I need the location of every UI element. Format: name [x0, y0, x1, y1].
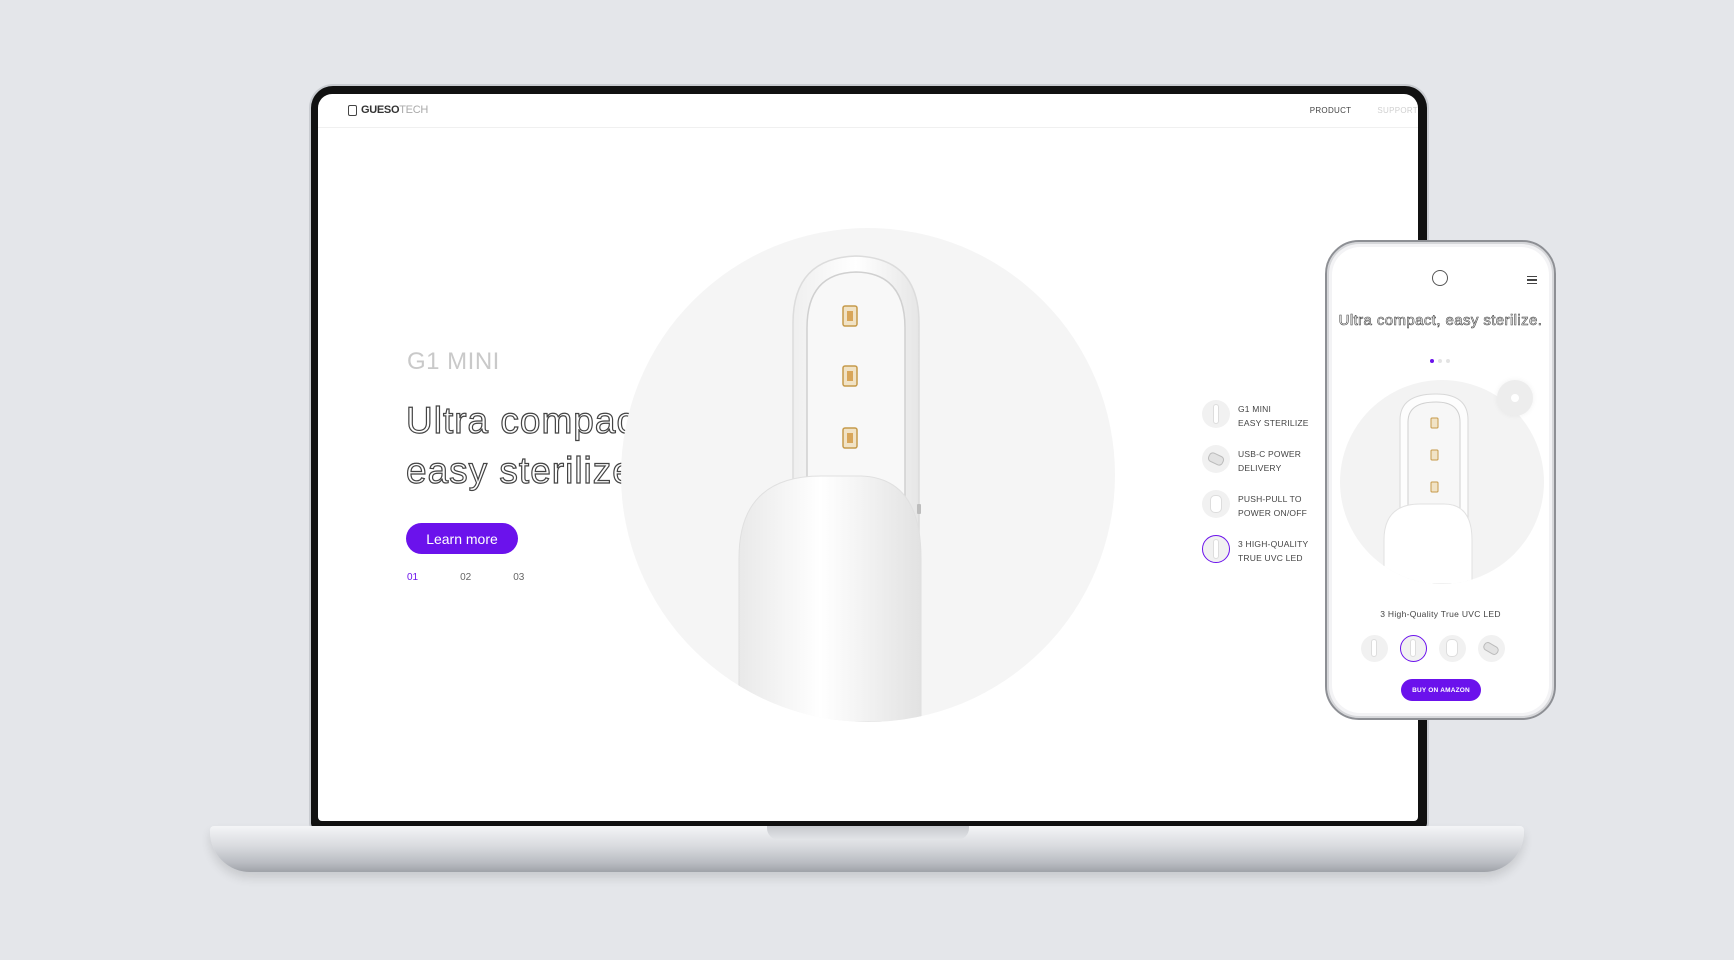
feature-line2: POWER ON/OFF [1238, 508, 1307, 518]
feature-thumbnail[interactable] [1439, 635, 1466, 662]
pager-item-02[interactable]: 02 [460, 572, 471, 583]
feature-thumbnail [1202, 535, 1230, 563]
feature-line2: TRUE UVC LED [1238, 553, 1303, 563]
hero-pager: 01 02 03 [407, 572, 524, 583]
phone-feature-caption: 3 High-Quality True UVC LED [1380, 609, 1501, 619]
feature-thumbnail [1202, 445, 1230, 473]
feature-line1: G1 MINI [1238, 404, 1272, 414]
feature-line1: 3 HIGH-QUALITY [1238, 539, 1309, 549]
feature-thumbnail [1202, 400, 1230, 428]
feature-text: USB-C POWER DELIVERY [1238, 447, 1338, 475]
gueso-logo-icon [348, 104, 357, 116]
carousel-dot[interactable] [1438, 359, 1442, 363]
feature-thumbnail[interactable] [1400, 635, 1427, 662]
pager-item-03[interactable]: 03 [513, 572, 524, 583]
feature-thumbnail[interactable] [1361, 635, 1388, 662]
site-header: GUESOTECH PRODUCT SUPPORT [318, 94, 1418, 128]
buy-on-amazon-button[interactable]: BUY ON AMAZON [1401, 679, 1481, 701]
menu-icon[interactable] [1527, 276, 1537, 286]
site-logo[interactable]: GUESOTECH [348, 104, 428, 116]
feature-line1: USB-C POWER [1238, 449, 1302, 459]
feature-thumbnail [1202, 490, 1230, 518]
phone-screen: Ultra compact, easy sterilize. 3 High-Qu… [1332, 247, 1549, 713]
phone-feature-thumbnails [1361, 635, 1505, 662]
feature-line2: DELIVERY [1238, 463, 1282, 473]
main-nav: PRODUCT SUPPORT [1310, 106, 1418, 115]
feature-text: G1 MINI EASY STERILIZE [1238, 402, 1338, 430]
feature-line1: PUSH-PULL TO [1238, 494, 1302, 504]
phone-light-badge[interactable] [1497, 380, 1533, 416]
product-hero-image [621, 228, 1115, 722]
learn-more-button[interactable]: Learn more [406, 523, 518, 554]
phone-hero-title: Ultra compact, easy sterilize. [1338, 312, 1543, 330]
feature-line2: EASY STERILIZE [1238, 418, 1309, 428]
laptop-notch [767, 826, 969, 840]
gueso-logo-icon[interactable] [1432, 270, 1448, 286]
nav-item-support[interactable]: SUPPORT [1377, 106, 1418, 115]
hero-subtitle: G1 MINI [407, 348, 500, 375]
carousel-dot[interactable] [1446, 359, 1450, 363]
logo-text-light: TECH [399, 104, 428, 116]
logo-text-bold: GUESO [361, 104, 400, 116]
pager-item-01[interactable]: 01 [407, 572, 418, 583]
feature-text: 3 HIGH-QUALITY TRUE UVC LED [1238, 537, 1338, 565]
feature-thumbnail[interactable] [1478, 635, 1505, 662]
laptop-screen: GUESOTECH PRODUCT SUPPORT G1 MINI Ultra … [318, 94, 1418, 821]
nav-item-product[interactable]: PRODUCT [1310, 106, 1352, 115]
feature-text: PUSH-PULL TO POWER ON/OFF [1238, 492, 1338, 520]
phone-carousel-dots [1430, 359, 1450, 363]
carousel-dot[interactable] [1430, 359, 1434, 363]
uvc-sterilizer-illustration [738, 255, 922, 722]
